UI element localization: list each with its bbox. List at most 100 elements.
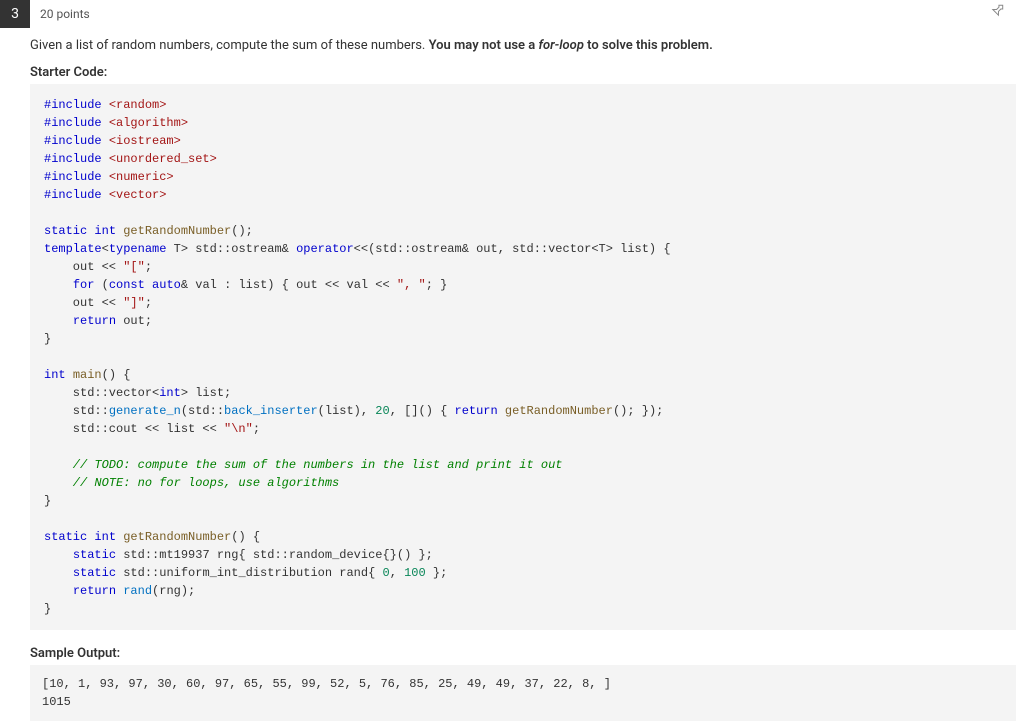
code-text: ,: [390, 566, 404, 580]
code-text: (list),: [318, 404, 376, 418]
code-text: [44, 548, 73, 562]
include-header: <unordered_set>: [109, 152, 217, 166]
string-literal: "[": [123, 260, 145, 274]
number-literal: 100: [404, 566, 426, 580]
kw: int: [94, 224, 116, 238]
comment-todo: // TODO: compute the sum of the numbers …: [44, 458, 562, 472]
string-literal: "\n": [224, 422, 253, 436]
code-text: (rng);: [152, 584, 195, 598]
kw: return: [73, 314, 116, 328]
code-text: (); });: [613, 404, 663, 418]
code-text: T: [174, 242, 181, 256]
starter-code-block: #include <random> #include <algorithm> #…: [30, 84, 1016, 630]
code-text: [498, 404, 505, 418]
kw: static: [73, 566, 116, 580]
code-text: out;: [116, 314, 152, 328]
output-line: 1015: [42, 695, 71, 709]
output-line: [10, 1, 93, 97, 30, 60, 97, 65, 55, 99, …: [42, 677, 611, 691]
kw: template: [44, 242, 102, 256]
code-text: [44, 584, 73, 598]
prompt-text: Given a list of random numbers, compute …: [30, 38, 429, 53]
code-text: std::cout << list <<: [44, 422, 224, 436]
kw: static: [73, 548, 116, 562]
prompt-italic: for-loop: [538, 38, 583, 53]
sample-output-block: [10, 1, 93, 97, 30, 60, 97, 65, 55, 99, …: [30, 665, 1016, 721]
code-text: () {: [231, 530, 260, 544]
fn-name: main: [73, 368, 102, 382]
code-text: , []() {: [390, 404, 455, 418]
code-text: ; }: [426, 278, 448, 292]
fn-name: getRandomNumber: [123, 224, 231, 238]
code-text: [44, 278, 73, 292]
question-content: Given a list of random numbers, compute …: [30, 28, 1016, 721]
kw: operator: [296, 242, 354, 256]
kw: const: [109, 278, 145, 292]
code-text: out <<: [44, 296, 123, 310]
fn-name: back_inserter: [224, 404, 318, 418]
code-text: [44, 314, 73, 328]
string-literal: ", ": [397, 278, 426, 292]
points-label: 20 points: [40, 7, 90, 21]
prompt-bold-2: to solve this problem.: [584, 38, 713, 53]
code-text: }: [44, 332, 51, 346]
code-text: out <<: [44, 260, 123, 274]
code-text: }: [44, 494, 51, 508]
fn-name: getRandomNumber: [123, 530, 231, 544]
question-prompt: Given a list of random numbers, compute …: [30, 38, 1016, 53]
fn-name: generate_n: [109, 404, 181, 418]
kw: for: [73, 278, 95, 292]
include-directive: #include: [44, 98, 102, 112]
code-text: (std::: [181, 404, 224, 418]
code-text: () {: [102, 368, 131, 382]
string-literal: "]": [123, 296, 145, 310]
code-text: ;: [145, 260, 152, 274]
include-header: <iostream>: [109, 134, 181, 148]
include-header: <random>: [109, 98, 167, 112]
include-header: <vector>: [109, 188, 167, 202]
code-text: > list;: [181, 386, 231, 400]
code-text: (std::ostream& out, std::vector<T> list)…: [368, 242, 670, 256]
include-header: <algorithm>: [109, 116, 188, 130]
include-directive: #include: [44, 152, 102, 166]
starter-code-label: Starter Code:: [30, 65, 1016, 80]
number-literal: 0: [382, 566, 389, 580]
include-directive: #include: [44, 116, 102, 130]
include-directive: #include: [44, 170, 102, 184]
code-text: <<: [354, 242, 368, 256]
kw: int: [159, 386, 181, 400]
fn-name: getRandomNumber: [505, 404, 613, 418]
kw: static: [44, 224, 87, 238]
code-text: }: [44, 602, 51, 616]
kw: int: [94, 530, 116, 544]
kw: auto: [152, 278, 181, 292]
include-directive: #include: [44, 188, 102, 202]
code-text: [44, 566, 73, 580]
code-text: std::vector<: [44, 386, 159, 400]
kw: int: [44, 368, 66, 382]
question-header: 3 20 points: [0, 0, 1016, 28]
kw: return: [455, 404, 498, 418]
pin-icon[interactable]: [990, 2, 1006, 22]
kw: typename: [109, 242, 167, 256]
code-text: std::ostream&: [195, 242, 289, 256]
sample-output-label: Sample Output:: [30, 646, 1016, 661]
code-text: std::: [44, 404, 109, 418]
fn-name: rand: [123, 584, 152, 598]
comment-note: // NOTE: no for loops, use algorithms: [44, 476, 339, 490]
number-literal: 20: [375, 404, 389, 418]
code-text: (: [94, 278, 108, 292]
code-text: std::mt19937 rng{ std::random_device{}()…: [116, 548, 433, 562]
code-text: std::uniform_int_distribution rand{: [116, 566, 382, 580]
code-text: val : list) { out << val <<: [188, 278, 397, 292]
question-number-badge: 3: [0, 0, 30, 28]
kw: static: [44, 530, 87, 544]
code-text: &: [181, 278, 188, 292]
code-text: ;: [253, 422, 260, 436]
include-header: <numeric>: [109, 170, 174, 184]
code-text: ;: [145, 296, 152, 310]
kw: return: [73, 584, 116, 598]
code-text: ();: [231, 224, 253, 238]
include-directive: #include: [44, 134, 102, 148]
prompt-bold-1: You may not use a: [429, 38, 539, 53]
code-text: };: [426, 566, 448, 580]
